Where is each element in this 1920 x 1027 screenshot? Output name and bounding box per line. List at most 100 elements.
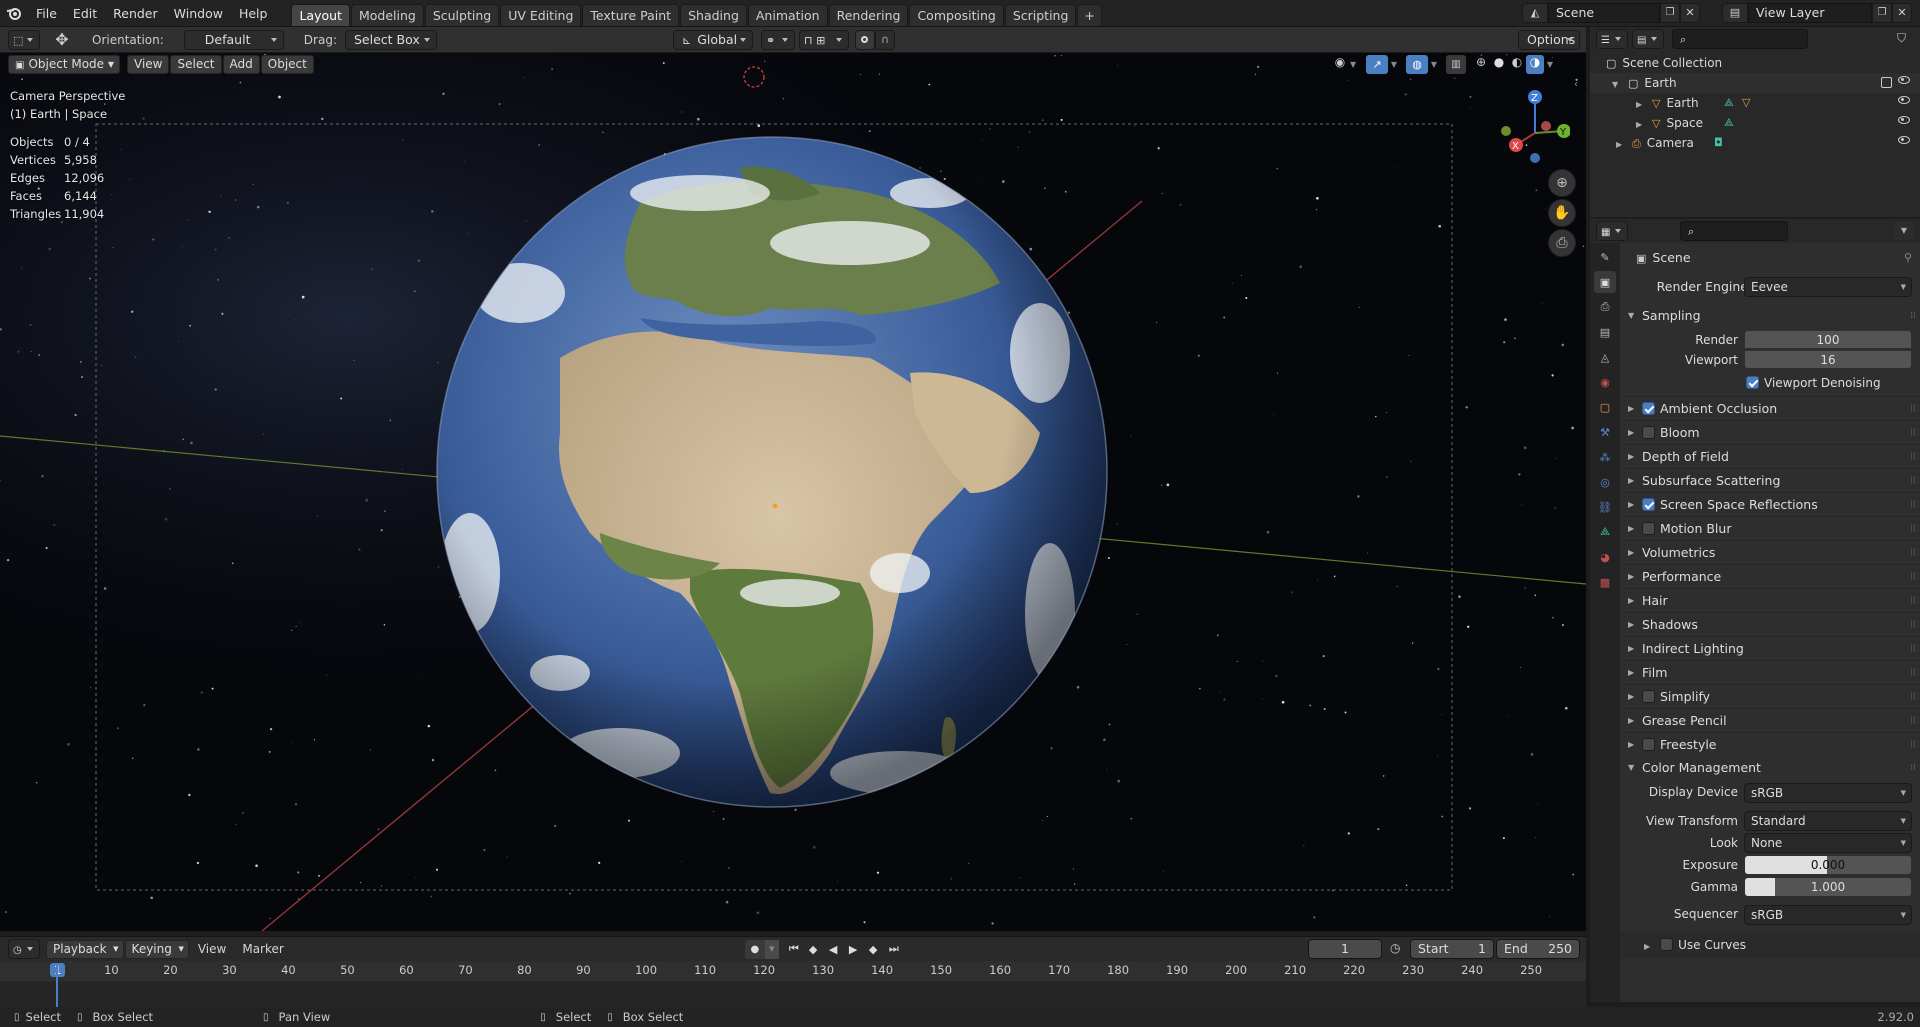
auto-keying-dropdown[interactable]: ▼ bbox=[764, 939, 779, 959]
eye-icon[interactable] bbox=[1898, 116, 1910, 124]
menu-edit[interactable]: Edit bbox=[65, 0, 105, 27]
panel-enable-checkbox[interactable] bbox=[1642, 522, 1655, 535]
world-tab-icon[interactable]: ◉ bbox=[1594, 371, 1616, 393]
menu-render[interactable]: Render bbox=[105, 0, 166, 27]
tab-uv-editing[interactable]: UV Editing bbox=[500, 3, 582, 26]
sequencer-dropdown[interactable]: sRGB ▼ bbox=[1744, 905, 1912, 925]
tab-sculpting[interactable]: Sculpting bbox=[424, 3, 500, 26]
panel-enable-checkbox[interactable] bbox=[1642, 738, 1655, 751]
panel-header-simplify[interactable]: ▶ Simplify ⁞⁞ bbox=[1620, 684, 1920, 708]
constraints-tab-icon[interactable]: ⛓ bbox=[1594, 496, 1616, 518]
options-dropdown[interactable]: Options bbox=[1518, 30, 1580, 50]
tab-texture-paint[interactable]: Texture Paint bbox=[582, 3, 680, 26]
sampling-viewport-field[interactable]: 16 bbox=[1744, 350, 1912, 369]
view-menu[interactable]: View bbox=[127, 55, 170, 74]
view-layer-tab-icon[interactable]: ▤ bbox=[1594, 321, 1616, 343]
visibility-dropdown[interactable]: ▼ bbox=[1350, 60, 1360, 69]
tab-scripting[interactable]: Scripting bbox=[1004, 3, 1077, 26]
properties-search-input[interactable]: ⌕ bbox=[1680, 221, 1788, 241]
object-tab-icon[interactable]: ▢ bbox=[1594, 396, 1616, 418]
panel-header-subsurface-scattering[interactable]: ▶ Subsurface Scattering ⁞⁞ bbox=[1620, 468, 1920, 492]
copy-scene-icon[interactable]: ❐ bbox=[1660, 3, 1680, 23]
panel-header-shadows[interactable]: ▶ Shadows ⁞⁞ bbox=[1620, 612, 1920, 636]
tab-modeling[interactable]: Modeling bbox=[350, 3, 424, 26]
orientation-dropdown[interactable]: Default bbox=[183, 29, 284, 50]
add-menu[interactable]: Add bbox=[222, 55, 260, 74]
outliner-search-input[interactable]: ⌕ bbox=[1672, 29, 1808, 49]
pivot-dropdown[interactable]: ⚭ bbox=[760, 29, 795, 50]
snap-dropdown[interactable]: ⊓ ⊞ bbox=[798, 29, 849, 50]
blender-logo-icon[interactable] bbox=[0, 0, 28, 27]
visibility-icon[interactable]: ◉ bbox=[1330, 55, 1350, 74]
exposure-slider[interactable]: 0.000 bbox=[1744, 855, 1912, 875]
copy-view-layer-icon[interactable]: ❐ bbox=[1872, 3, 1892, 23]
transform-orientation-dropdown[interactable]: ⊾ Global bbox=[672, 29, 753, 50]
jump-end-icon[interactable]: ⏭ bbox=[889, 942, 909, 956]
panel-header-film[interactable]: ▶ Film ⁞⁞ bbox=[1620, 660, 1920, 684]
rendered-shading-icon[interactable]: ◑ bbox=[1526, 55, 1544, 74]
tab-layout[interactable]: Layout bbox=[291, 3, 350, 26]
pin-icon[interactable]: ⚲ bbox=[1904, 243, 1912, 273]
viewport-denoising-checkbox[interactable] bbox=[1746, 376, 1759, 389]
use-curves-checkbox[interactable] bbox=[1660, 938, 1674, 951]
data-tab-icon[interactable]: ⟁ bbox=[1594, 521, 1616, 543]
output-tab-icon[interactable]: ⎙ bbox=[1594, 296, 1616, 318]
start-frame-field[interactable]: Start 1 bbox=[1410, 939, 1494, 959]
properties-editor-type[interactable]: ▦ bbox=[1596, 221, 1628, 241]
timeline-editor-type[interactable]: ◷ bbox=[8, 939, 40, 959]
menu-help[interactable]: Help bbox=[231, 0, 276, 27]
drag-handle-icon[interactable]: ⁞⁞ bbox=[1910, 304, 1916, 328]
drag-handle-icon[interactable]: ⁞⁞ bbox=[1910, 589, 1916, 613]
drag-handle-icon[interactable]: ⁞⁞ bbox=[1910, 541, 1916, 565]
playhead[interactable] bbox=[56, 963, 58, 1013]
drag-handle-icon[interactable]: ⁞⁞ bbox=[1910, 517, 1916, 541]
modifier-tab-icon[interactable]: ⚒ bbox=[1594, 421, 1616, 443]
panel-header-bloom[interactable]: ▶ Bloom ⁞⁞ bbox=[1620, 420, 1920, 444]
tab-rendering[interactable]: Rendering bbox=[828, 3, 909, 26]
display-mode-dropdown[interactable]: ▤ bbox=[1632, 29, 1664, 49]
tool-tab-icon[interactable]: ✎ bbox=[1594, 246, 1616, 268]
gamma-slider[interactable]: 1.000 bbox=[1744, 877, 1912, 897]
play-icon[interactable]: ▶ bbox=[849, 943, 869, 956]
drag-handle-icon[interactable]: ⁞⁞ bbox=[1910, 637, 1916, 661]
record-button[interactable]: ● bbox=[744, 939, 765, 959]
drag-handle-icon[interactable]: ⁞⁞ bbox=[1910, 565, 1916, 589]
frame-ruler[interactable]: 1 10 20 30 40 50 60 70 80 90 100 110 120 130 140 150 160… bbox=[0, 961, 1586, 981]
object-mode-dropdown[interactable]: ▣ Object Mode ▼ bbox=[8, 55, 120, 74]
panel-enable-checkbox[interactable] bbox=[1642, 402, 1655, 415]
render-tab-icon[interactable]: ▣ bbox=[1594, 271, 1616, 293]
xray-toggle-icon[interactable]: ▥ bbox=[1446, 55, 1466, 74]
panel-header-ambient-occlusion[interactable]: ▶ Ambient Occlusion ⁞⁞ bbox=[1620, 396, 1920, 420]
eye-icon[interactable] bbox=[1898, 136, 1910, 144]
drag-handle-icon[interactable]: ⁞⁞ bbox=[1910, 397, 1916, 421]
drag-handle-icon[interactable]: ⁞⁞ bbox=[1910, 493, 1916, 517]
panel-header-motion-blur[interactable]: ▶ Motion Blur ⁞⁞ bbox=[1620, 516, 1920, 540]
checkbox-icon[interactable] bbox=[1881, 77, 1892, 88]
panel-header-screen-space-reflections[interactable]: ▶ Screen Space Reflections ⁞⁞ bbox=[1620, 492, 1920, 516]
view-transform-dropdown[interactable]: Standard ▼ bbox=[1744, 811, 1912, 831]
eye-icon[interactable] bbox=[1898, 96, 1910, 104]
scene-icon[interactable]: ◭ bbox=[1522, 3, 1548, 23]
scene-name-field[interactable]: Scene bbox=[1548, 3, 1660, 23]
outliner-item-earth-collection[interactable]: ▼ ▢ Earth bbox=[1590, 73, 1920, 93]
panel-header-indirect-lighting[interactable]: ▶ Indirect Lighting ⁞⁞ bbox=[1620, 636, 1920, 660]
wireframe-shading-icon[interactable]: ⊕ bbox=[1472, 55, 1490, 74]
use-curves-subpanel[interactable]: ▶ Use Curves bbox=[1620, 932, 1920, 958]
solid-shading-icon[interactable]: ● bbox=[1490, 55, 1508, 74]
look-dropdown[interactable]: None ▼ bbox=[1744, 833, 1912, 853]
drag-handle-icon[interactable]: ⁞⁞ bbox=[1910, 756, 1916, 780]
zoom-icon[interactable]: ⊕ bbox=[1548, 169, 1576, 197]
keying-menu[interactable]: Keying ▼ bbox=[124, 939, 189, 959]
falloff-dropdown[interactable]: ∩ bbox=[874, 29, 895, 50]
panel-header-hair[interactable]: ▶ Hair ⁞⁞ bbox=[1620, 588, 1920, 612]
render-engine-dropdown[interactable]: Eevee ▼ bbox=[1744, 277, 1912, 297]
drag-handle-icon[interactable]: ⁞⁞ bbox=[1910, 445, 1916, 469]
panel-enable-checkbox[interactable] bbox=[1642, 498, 1655, 511]
prev-keyframe-icon[interactable]: ◆ bbox=[809, 943, 829, 956]
particles-tab-icon[interactable]: ⁂ bbox=[1594, 446, 1616, 468]
scene-collection-row[interactable]: ▢ Scene Collection bbox=[1590, 53, 1920, 73]
panel-header-performance[interactable]: ▶ Performance ⁞⁞ bbox=[1620, 564, 1920, 588]
timeline-view-menu[interactable]: View bbox=[190, 942, 234, 956]
menu-file[interactable]: File bbox=[28, 0, 65, 27]
marker-menu[interactable]: Marker bbox=[234, 942, 291, 956]
